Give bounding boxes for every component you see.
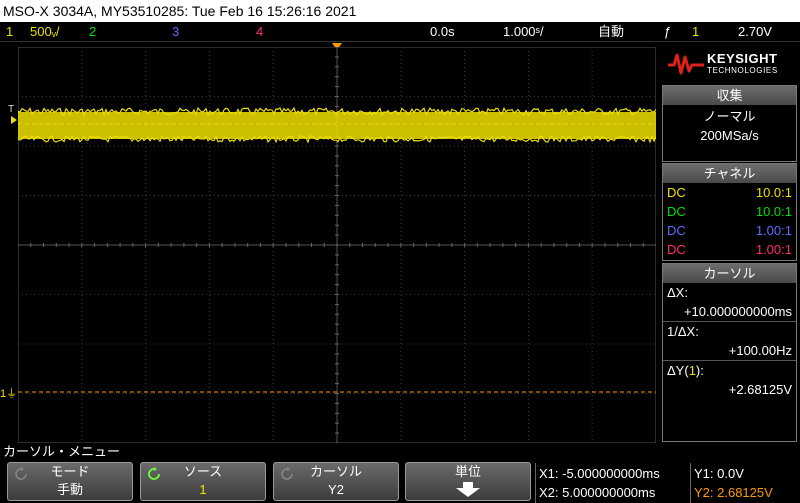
ch4-indicator[interactable]: 4 — [256, 22, 263, 42]
sample-rate: 200MSa/s — [700, 128, 759, 143]
ch1-scale[interactable]: 500ᵥ/ — [30, 22, 59, 42]
inverse-delta-x-value: +100.00Hz — [728, 343, 792, 358]
trigger-level-label: T — [8, 104, 15, 115]
delta-y-value: +2.68125V — [728, 382, 792, 397]
softkey-source-value: 1 — [199, 482, 207, 497]
time-position[interactable]: 0.0s — [430, 22, 455, 42]
acquisition-box: 収集 ノーマル 200MSa/s — [662, 85, 797, 162]
softkey-mode[interactable]: モード 手動 — [7, 462, 133, 501]
channel-probe-ratio: 10.0:1 — [755, 185, 792, 200]
softkey-units-label: 単位 — [454, 464, 481, 479]
ch1-indicator[interactable]: 1 — [6, 22, 13, 42]
trigger-source[interactable]: 1 — [692, 22, 699, 42]
channel-probe-ratio: 1.00:1 — [755, 242, 792, 257]
channel-coupling: DC — [667, 204, 686, 219]
channel-row-4: DC 1.00:1 — [663, 240, 796, 259]
graticule — [18, 47, 656, 443]
cursor-heading: カーソル — [663, 264, 796, 283]
channel-probe-ratio: 1.00:1 — [755, 223, 792, 238]
trigger-mode[interactable]: 自動 — [598, 22, 624, 42]
logo-sub: TECHNOLOGIES — [707, 66, 778, 75]
channels-box: チャネル DC 10.0:1 DC 10.0:1 DC 1.00:1 DC 1.00:1 — [662, 163, 797, 261]
ch1-ground-marker[interactable]: 1⏚ — [0, 385, 17, 401]
delta-x-value: +10.000000000ms — [683, 304, 792, 319]
trigger-edge-icon: ƒ — [664, 24, 672, 39]
delta-y-channel: 1 — [688, 363, 696, 378]
readout-y2: Y2: 2.68125V — [694, 485, 773, 500]
keysight-wave-icon — [668, 53, 704, 75]
waveform-display[interactable] — [18, 47, 656, 443]
softkey-units[interactable]: 単位 — [405, 462, 531, 501]
delta-y-label: ΔY(1): — [663, 360, 796, 380]
channel-coupling: DC — [667, 185, 686, 200]
channels-heading: チャネル — [663, 164, 796, 183]
readout-y1: Y1: 0.0V — [694, 466, 744, 481]
channel-probe-ratio: 10.0:1 — [755, 204, 792, 219]
menu-title: カーソル・メニュー — [3, 444, 121, 459]
delta-y-prefix: ΔY( — [667, 363, 689, 378]
keysight-logo: KEYSIGHT TECHNOLOGIES — [662, 45, 797, 82]
trigger-level[interactable]: 2.70V — [738, 22, 772, 42]
channel-coupling: DC — [667, 223, 686, 238]
time-scale[interactable]: 1.000ˢ/ — [503, 22, 544, 42]
cursor-box: カーソル ΔX: +10.000000000ms 1/ΔX: +100.00Hz… — [662, 263, 797, 442]
knob-inactive-icon — [15, 467, 27, 480]
trigger-level-arrow-icon[interactable] — [11, 116, 17, 124]
status-bar: 1 500ᵥ/ 2 3 4 0.0s 1.000ˢ/ 自動 ƒ 1 2.70V — [0, 22, 800, 42]
knob-inactive-icon — [281, 467, 293, 480]
acquisition-heading: 収集 — [663, 86, 796, 105]
softkey-cursor-value: Y2 — [328, 482, 344, 497]
readout-divider — [690, 463, 691, 503]
window-title: MSO-X 3034A, MY53510285: Tue Feb 16 15:2… — [0, 0, 800, 22]
readout-x1: X1: -5.000000000ms — [539, 466, 660, 481]
softkey-mode-value: 手動 — [56, 482, 83, 497]
arrow-down-icon — [456, 482, 480, 497]
ch3-indicator[interactable]: 3 — [172, 22, 179, 42]
inverse-delta-x-label: 1/ΔX: — [663, 321, 796, 341]
delta-y-suffix: ): — [695, 363, 704, 378]
channel-row-2: DC 10.0:1 — [663, 202, 796, 221]
delta-x-label: ΔX: — [667, 285, 688, 300]
cursor-readout: X1: -5.000000000ms X2: 5.000000000ms Y1:… — [535, 463, 800, 503]
knob-active-icon — [148, 467, 160, 480]
channel-row-1: DC 10.0:1 — [663, 183, 796, 202]
ground-marker-label: 1 — [0, 388, 7, 400]
ch1-waveform-band — [18, 112, 656, 139]
logo-brand: KEYSIGHT — [707, 51, 778, 66]
ch2-indicator[interactable]: 2 — [89, 22, 96, 42]
acquisition-mode: ノーマル — [703, 109, 756, 124]
softkey-cursor[interactable]: カーソル Y2 — [273, 462, 399, 501]
channel-row-3: DC 1.00:1 — [663, 221, 796, 240]
readout-x2: X2: 5.000000000ms — [539, 485, 656, 500]
softkey-source[interactable]: ソース 1 — [140, 462, 266, 501]
channel-coupling: DC — [667, 242, 686, 257]
info-panel: KEYSIGHT TECHNOLOGIES 収集 ノーマル 200MSa/s チ… — [659, 45, 800, 442]
